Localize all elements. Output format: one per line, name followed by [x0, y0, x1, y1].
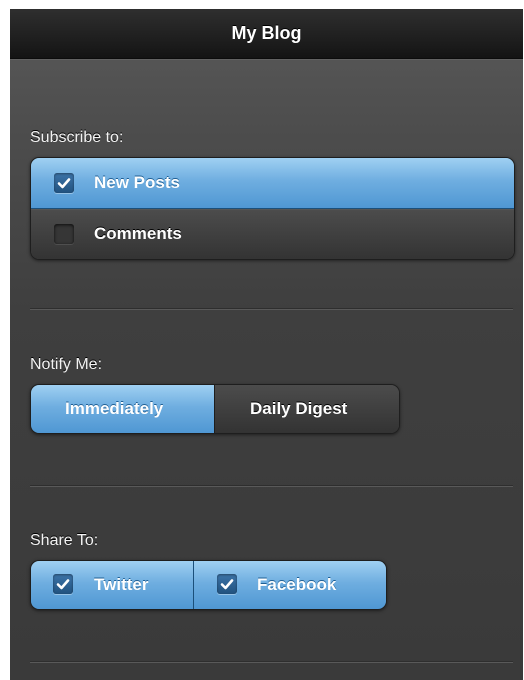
page-title: My Blog: [231, 23, 302, 43]
checkbox-checked-icon[interactable]: [54, 173, 74, 193]
section-divider: [30, 661, 513, 663]
section-divider: [30, 308, 513, 310]
notify-option-label: Immediately: [65, 399, 164, 418]
share-checkbox-group: Twitter Facebook: [30, 560, 387, 610]
app-frame: My Blog Subscribe to: New Posts Comments…: [10, 9, 523, 680]
checkbox-checked-icon[interactable]: [217, 574, 237, 594]
checkbox-unchecked-icon[interactable]: [54, 224, 74, 244]
notify-option-label: Daily Digest: [250, 399, 348, 418]
notify-segmented-control: Immediately Daily Digest: [30, 384, 400, 434]
checkmark-icon: [220, 579, 234, 590]
checkmark-icon: [57, 178, 71, 189]
subscribe-checkbox-group: New Posts Comments: [30, 157, 515, 260]
notify-option-daily-digest[interactable]: Daily Digest: [215, 385, 399, 433]
subscribe-option-comments[interactable]: Comments: [31, 209, 514, 259]
share-option-label: Facebook: [257, 575, 337, 594]
header-bar: My Blog: [10, 9, 523, 59]
subscribe-label: Subscribe to:: [30, 129, 124, 146]
checkbox-checked-icon[interactable]: [53, 574, 73, 594]
subscribe-option-new-posts[interactable]: New Posts: [31, 158, 514, 209]
notify-label: Notify Me:: [30, 356, 103, 373]
subscribe-option-label: Comments: [94, 224, 182, 243]
checkmark-icon: [56, 579, 70, 590]
subscribe-option-label: New Posts: [94, 173, 180, 192]
share-option-facebook[interactable]: Facebook: [194, 561, 386, 609]
section-divider: [30, 485, 513, 487]
share-option-label: Twitter: [94, 575, 149, 594]
notify-option-immediately[interactable]: Immediately: [31, 385, 214, 433]
share-label: Share To:: [30, 532, 99, 549]
share-option-twitter[interactable]: Twitter: [31, 561, 193, 609]
